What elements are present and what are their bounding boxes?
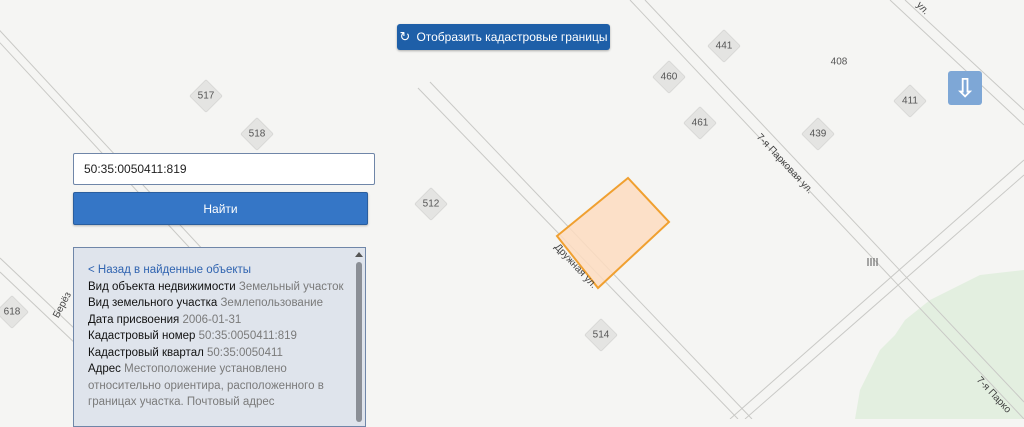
- object-info-content: < Назад в найденные объекты Вид объекта …: [74, 248, 364, 411]
- info-value: 50:35:0050411: [207, 346, 283, 359]
- scroll-up-icon[interactable]: [355, 252, 363, 257]
- info-panel-scrollbar[interactable]: [355, 250, 363, 425]
- house-number: 518: [248, 128, 266, 140]
- house-number: 517: [197, 90, 215, 102]
- show-cadastral-borders-button[interactable]: ↻ Отобразить кадастровые границы: [397, 24, 610, 50]
- house-number: 441: [715, 40, 733, 52]
- info-key: Вид объекта недвижимости: [88, 280, 236, 293]
- info-value: Землепользование: [220, 297, 323, 309]
- object-info-panel: < Назад в найденные объекты Вид объекта …: [73, 247, 366, 427]
- info-key: Кадастровый номер: [88, 330, 196, 342]
- arrow-down-button[interactable]: ⇩: [948, 71, 982, 105]
- info-row: Вид земельного участка Землепользование: [88, 295, 350, 312]
- info-row: Кадастровый номер 50:35:0050411:819: [88, 328, 350, 345]
- info-key: Дата присвоения: [88, 313, 180, 326]
- info-value: 50:35:0050411:819: [198, 330, 297, 342]
- find-button-label: Найти: [203, 201, 238, 216]
- house-number: 514: [592, 329, 610, 341]
- info-key: Кадастровый квартал: [88, 346, 204, 359]
- house-number: 411: [902, 95, 918, 107]
- show-cadastral-borders-label: Отобразить кадастровые границы: [416, 30, 608, 44]
- info-value: Земельный участок: [238, 280, 344, 293]
- info-row: Вид объекта недвижимости Земельный участ…: [88, 279, 350, 296]
- info-value: Местоположение установлено относительно …: [88, 363, 324, 408]
- house-number: 439: [809, 128, 827, 140]
- house-number: 408: [830, 56, 848, 68]
- find-button[interactable]: Найти: [73, 192, 368, 225]
- info-key: Вид земельного участка: [88, 297, 218, 309]
- info-value: 2006-01-31: [182, 313, 242, 326]
- cadastral-search-input[interactable]: [73, 153, 375, 185]
- house-number: 461: [691, 117, 709, 129]
- back-to-results-link[interactable]: < Назад в найденные объекты: [88, 262, 350, 279]
- house-number: 460: [660, 71, 678, 83]
- info-row: Дата присвоения 2006-01-31: [88, 312, 350, 329]
- arrow-down-icon: ⇩: [954, 72, 976, 103]
- info-key: Адрес: [88, 363, 121, 375]
- refresh-icon: ↻: [399, 29, 411, 44]
- info-row: Адрес Местоположение установлено относит…: [88, 361, 350, 411]
- scrollbar-thumb[interactable]: [356, 262, 362, 422]
- map-marker-icon: [867, 258, 878, 266]
- house-number: 512: [422, 198, 440, 210]
- info-row: Кадастровый квартал 50:35:0050411: [88, 345, 350, 362]
- house-number: 618: [3, 306, 21, 318]
